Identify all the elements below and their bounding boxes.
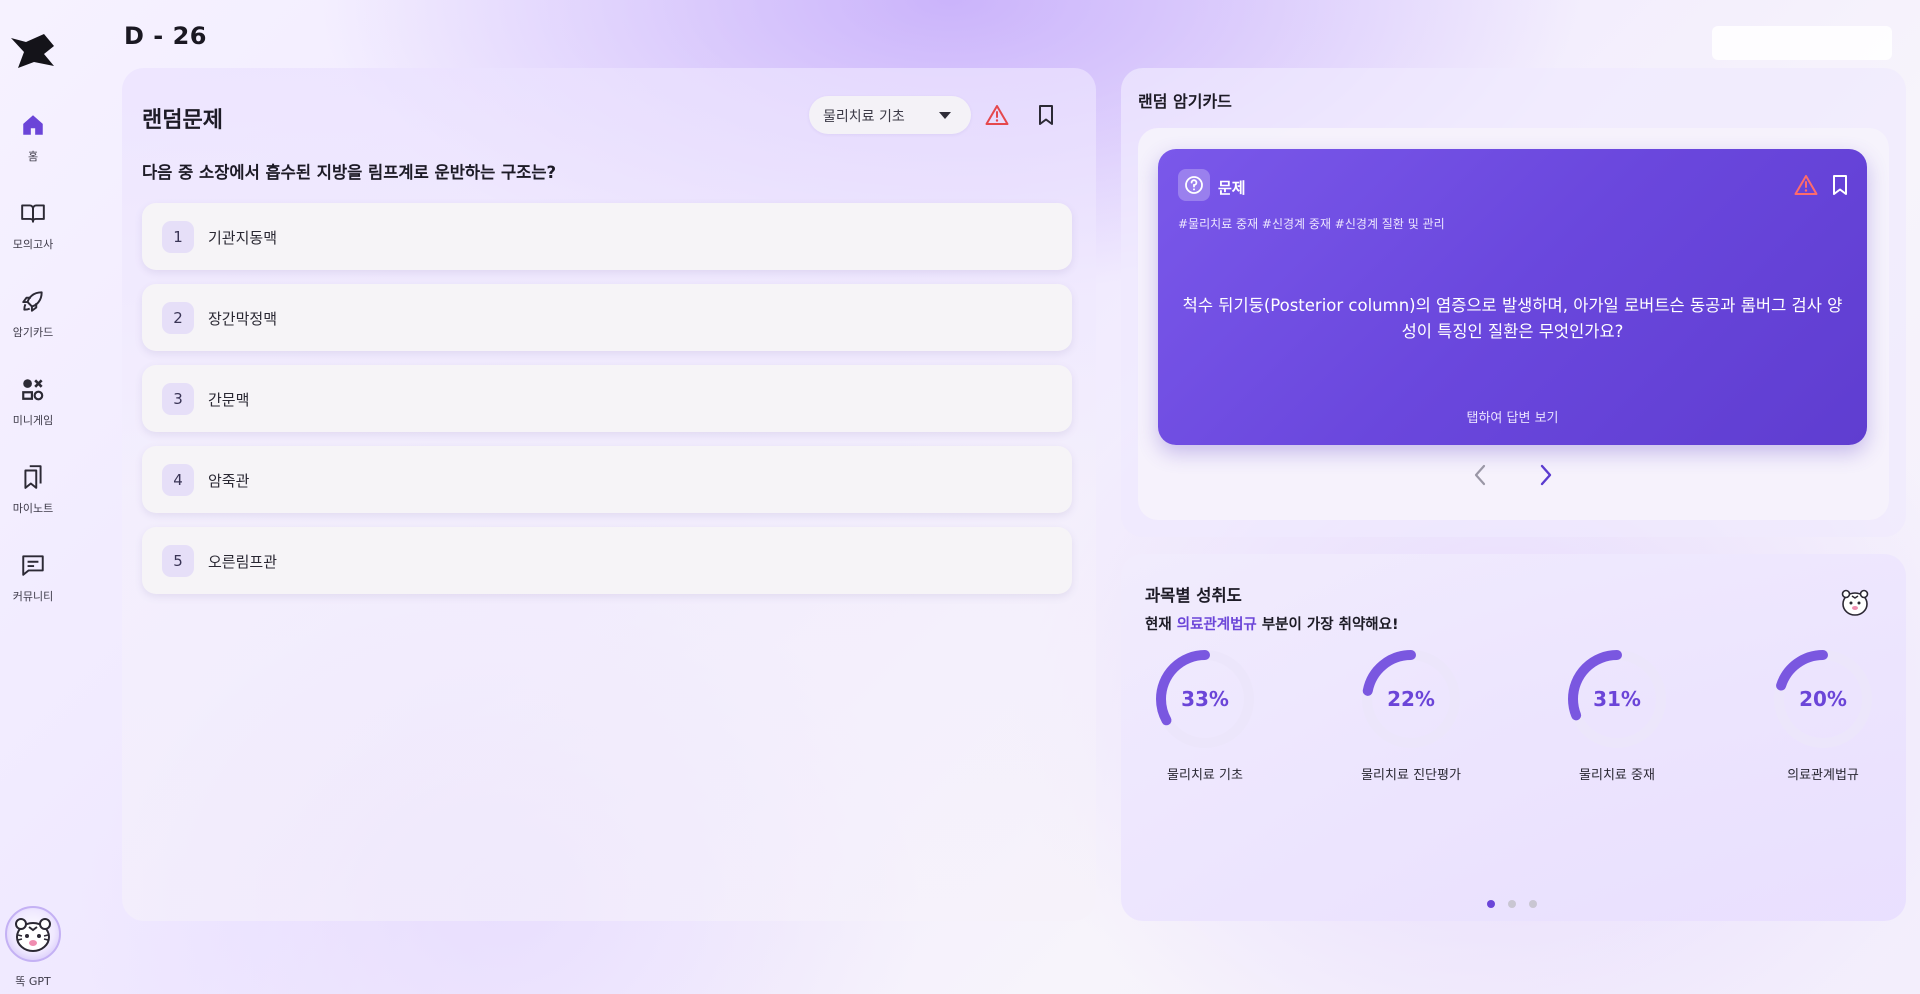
subject-name: 물리치료 진단평가 — [1361, 768, 1461, 783]
answer-option[interactable]: 3 간문맥 — [142, 365, 1072, 432]
tiger-mascot-icon — [1841, 589, 1869, 616]
sidebar-item-label: 커뮤니티 — [12, 590, 54, 603]
subject-name: 의료관계법규 — [1787, 768, 1859, 783]
report-button[interactable] — [981, 99, 1013, 131]
option-text: 장간막정맥 — [208, 310, 278, 328]
option-text: 간문맥 — [208, 391, 250, 409]
warning-icon — [1794, 175, 1818, 195]
panel-title: 과목별 성취도 — [1145, 586, 1242, 605]
question-icon — [1178, 169, 1210, 201]
chevron-down-icon — [939, 112, 951, 119]
weakness-prefix: 현재 — [1145, 617, 1177, 633]
option-number: 5 — [162, 545, 194, 577]
card-question-line: 성이 특징인 질환은 무엇인가요? — [1401, 322, 1624, 341]
dday-counter: D - 26 — [124, 22, 207, 50]
subject-gauge: 22% — [1356, 644, 1466, 754]
page-dot-3[interactable] — [1529, 900, 1537, 908]
sidebar-item-label: 암기카드 — [12, 326, 54, 339]
sidebar: 홈 모의고사 암기카드 미니게임 마이노트 커뮤니티 똑 GPT — [0, 0, 66, 994]
prev-card-button[interactable] — [1465, 460, 1495, 490]
bookmark-button[interactable] — [1824, 169, 1856, 201]
sidebar-item-home[interactable]: 홈 — [0, 112, 66, 164]
question-text: 다음 중 소장에서 흡수된 지방을 림프계로 운반하는 구조는? — [142, 163, 557, 182]
panel-title: 랜덤문제 — [142, 108, 223, 133]
weakest-subject: 의료관계법규 — [1176, 617, 1257, 633]
chevron-right-icon — [1540, 464, 1552, 486]
subject-dropdown[interactable]: 물리치료 기초 — [809, 96, 971, 134]
subject-gauge: 20% — [1768, 644, 1878, 754]
answer-option[interactable]: 5 오른림프관 — [142, 527, 1072, 594]
gauge-value: 33% — [1181, 687, 1229, 711]
gauge-value: 20% — [1799, 687, 1847, 711]
flashcard-panel: 랜덤 암기카드 문제 #물리치료 중재 #신경계 중재 #신경계 질환 및 관리… — [1121, 68, 1906, 537]
achievement-panel: 과목별 성취도 현재 의료관계법규 부분이 가장 취약해요! 33% 물리치료 … — [1121, 554, 1906, 921]
report-button[interactable] — [1790, 169, 1822, 201]
top-right-placeholder — [1712, 26, 1892, 60]
bookmark-icon — [24, 465, 42, 489]
subject-name: 물리치료 중재 — [1579, 768, 1655, 783]
tap-hint: 탭하여 답변 보기 — [1466, 411, 1559, 426]
sidebar-item-minigame[interactable]: 미니게임 — [0, 376, 66, 428]
option-text: 오른림프관 — [208, 553, 278, 571]
option-text: 기관지동맥 — [208, 229, 278, 247]
bookmark-icon — [1833, 175, 1847, 195]
flashcard-container: 문제 #물리치료 중재 #신경계 중재 #신경계 질환 및 관리 척수 뒤기둥(… — [1138, 128, 1889, 520]
subject-gauge: 33% — [1150, 644, 1260, 754]
sidebar-item-label: 미니게임 — [12, 414, 54, 427]
random-problem-panel: 랜덤문제 물리치료 기초 다음 중 소장에서 흡수된 지방을 림프계로 운반하는… — [122, 68, 1096, 921]
home-icon — [23, 115, 43, 135]
page-dot-2[interactable] — [1508, 900, 1516, 908]
option-number: 2 — [162, 302, 194, 334]
gauge-value: 31% — [1593, 687, 1641, 711]
gpt-avatar[interactable] — [5, 906, 61, 962]
answer-option[interactable]: 2 장간막정맥 — [142, 284, 1072, 351]
rocket-icon — [22, 291, 43, 312]
weakness-suffix: 부분이 가장 취약해요! — [1256, 617, 1399, 633]
sidebar-item-label: 마이노트 — [12, 502, 54, 515]
option-text: 암죽관 — [208, 472, 250, 490]
card-question: 척수 뒤기둥(Posterior column)의 염증으로 발생하며, 아가일… — [1178, 293, 1847, 345]
sidebar-item-label: 모의고사 — [12, 238, 54, 251]
weakness-message: 현재 의료관계법규 부분이 가장 취약해요! — [1145, 613, 1399, 634]
subject-name: 물리치료 기초 — [1167, 768, 1243, 783]
page-dot-1[interactable] — [1487, 900, 1495, 908]
panel-title: 랜덤 암기카드 — [1138, 92, 1232, 111]
gauge-value: 22% — [1387, 687, 1435, 711]
card-label: 문제 — [1218, 179, 1246, 197]
option-number: 3 — [162, 383, 194, 415]
sidebar-item-flashcards[interactable]: 암기카드 — [0, 288, 66, 340]
book-icon — [21, 204, 45, 223]
option-number: 4 — [162, 464, 194, 496]
game-icon — [22, 379, 44, 401]
sidebar-item-mock-exam[interactable]: 모의고사 — [0, 200, 66, 252]
chevron-left-icon — [1474, 464, 1486, 486]
sidebar-item-community[interactable]: 커뮤니티 — [0, 552, 66, 604]
card-tags: #물리치료 중재 #신경계 중재 #신경계 질환 및 관리 — [1178, 217, 1445, 231]
warning-icon — [985, 105, 1009, 125]
card-question-line: 척수 뒤기둥(Posterior column)의 염증으로 발생하며, 아가일… — [1182, 296, 1843, 315]
sidebar-item-my-note[interactable]: 마이노트 — [0, 464, 66, 516]
subject-gauge: 31% — [1562, 644, 1672, 754]
logo-icon[interactable] — [10, 32, 56, 70]
subject-dropdown-value: 물리치료 기초 — [823, 109, 905, 125]
bookmark-button[interactable] — [1030, 99, 1062, 131]
gpt-label[interactable]: 똑 GPT — [0, 973, 66, 989]
answer-option[interactable]: 1 기관지동맥 — [142, 203, 1072, 270]
option-number: 1 — [162, 221, 194, 253]
tiger-mascot-icon — [15, 918, 51, 952]
next-card-button[interactable] — [1531, 460, 1561, 490]
flashcard[interactable]: 문제 #물리치료 중재 #신경계 중재 #신경계 질환 및 관리 척수 뒤기둥(… — [1158, 149, 1867, 445]
chat-icon — [22, 555, 44, 576]
sidebar-item-label: 홈 — [27, 150, 39, 163]
bookmark-icon — [1039, 105, 1053, 125]
answer-option[interactable]: 4 암죽관 — [142, 446, 1072, 513]
